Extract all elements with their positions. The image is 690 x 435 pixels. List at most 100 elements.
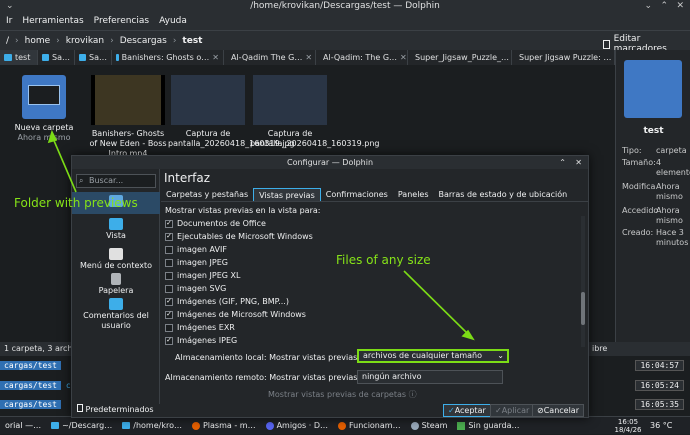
tab-vistas-previas[interactable]: Vistas previas (253, 188, 321, 201)
menu-herramientas[interactable]: Herramientas (22, 16, 83, 26)
checkbox-row[interactable]: imagen SVG (165, 282, 226, 295)
tab-sa-1[interactable]: Sa… (38, 50, 75, 65)
sidebar-item-papelera[interactable]: Papelera (72, 273, 160, 296)
tab-jigsaw-1[interactable]: Super_Jigsaw_Puzzle_…✕ (408, 50, 512, 65)
crumb-test[interactable]: test (182, 36, 202, 46)
menu-preferencias[interactable]: Preferencias (94, 16, 149, 26)
tab-test[interactable]: test (0, 50, 38, 65)
folder-preview-icon (624, 60, 682, 118)
tab-banishers[interactable]: Banishers: Ghosts o… ✕ (112, 50, 224, 65)
tab-label: Super Jigsaw Puzzle: … (519, 53, 612, 62)
document-icon (457, 421, 466, 430)
checkbox[interactable] (165, 284, 173, 293)
annotation-files: Files of any size (336, 253, 431, 267)
task-label: Sin guarda… (468, 421, 520, 430)
task-label: orial —… (5, 421, 42, 430)
crumb-descargas[interactable]: Descargas (120, 36, 167, 46)
checkbox[interactable]: ✓ (165, 336, 173, 345)
terminal-time: 16:04:57 (635, 360, 684, 371)
checkbox[interactable]: ✓ (165, 310, 173, 319)
tab-confirmaciones[interactable]: Confirmaciones (321, 188, 393, 201)
defaults-button[interactable]: Predeterminados (73, 404, 158, 417)
menu-ayuda[interactable]: Ayuda (159, 16, 187, 26)
tab-alqadim-1[interactable]: Al-Qadim The G… ✕ (224, 50, 316, 65)
task-item[interactable]: Amigos · D… (261, 417, 333, 435)
tab-alqadim-2[interactable]: Al-Qadim: The G… ✕ (316, 50, 408, 65)
close-icon[interactable]: ✕ (212, 53, 219, 62)
checkbox[interactable]: ✓ (165, 297, 173, 306)
sidebar-item-menu-contexto[interactable]: Menú de contexto (72, 248, 160, 271)
folder-preview-disabled: Mostrar vistas previas de carpetas ⓘ (268, 389, 417, 400)
tab-carpetas[interactable]: Carpetas y pestañas (161, 188, 253, 201)
close-icon[interactable]: ✕ (676, 0, 684, 12)
checkbox-row[interactable]: Imágenes EXR (165, 321, 235, 334)
local-preview-label: Almacenamiento local: Mostrar vistas pre… (175, 353, 378, 362)
close-icon[interactable]: ✕ (400, 53, 407, 62)
maximize-icon[interactable]: ⌃ (559, 156, 566, 169)
search-input[interactable]: ⌕ Buscar... (76, 174, 156, 188)
info-value: Ahora mismo (656, 182, 683, 201)
checkbox[interactable] (165, 271, 173, 280)
checkbox-label: imagen SVG (177, 284, 227, 293)
local-preview-select[interactable]: archivos de cualquier tamaño ⌄ (357, 349, 509, 363)
menu-ir[interactable]: Ir (6, 16, 12, 26)
info-value: carpeta (656, 146, 687, 155)
tab-jigsaw-2[interactable]: Super Jigsaw Puzzle: …✕ (512, 50, 615, 65)
task-item[interactable]: Funcionam… (333, 417, 406, 435)
checkbox[interactable]: ✓ (165, 219, 173, 228)
tab-paneles[interactable]: Paneles (393, 188, 434, 201)
tab-sa-2[interactable]: Sa… (75, 50, 112, 65)
minimize-icon[interactable]: ⌄ (644, 0, 652, 12)
checkbox-row[interactable]: ✓ Documentos de Office (165, 217, 266, 230)
checkbox-row[interactable]: imagen JPEG XL (165, 269, 240, 282)
tab-barras[interactable]: Barras de estado y de ubicación (434, 188, 573, 201)
checkbox-label: imagen JPEG XL (177, 271, 241, 280)
file-item-png[interactable]: Captura de pantalla_20260418_160319.png (250, 75, 379, 149)
task-item[interactable]: ~/Descarg… (46, 417, 117, 435)
window-titlebar: /home/krovikan/Descargas/test — Dolphin … (0, 0, 690, 12)
crumb-root[interactable]: / (6, 36, 9, 46)
checkbox[interactable] (165, 258, 173, 267)
info-key: Creado: (622, 228, 654, 237)
task-item[interactable]: Sin guarda… (452, 417, 524, 435)
sidebar-item-vista[interactable]: Vista (72, 218, 160, 241)
checkbox-row[interactable]: ✓ Imágenes de Microsoft Windows (165, 308, 306, 321)
sidebar-item-comentarios[interactable]: Comentarios del usuario (72, 298, 160, 331)
tab-bar: test Sa… Sa… Banishers: Ghosts o… ✕ Al-Qa… (0, 50, 615, 65)
scrollbar[interactable] (581, 216, 585, 347)
task-item[interactable]: Plasma - m… (187, 417, 261, 435)
crumb-home[interactable]: home (25, 36, 51, 46)
checkbox-row[interactable]: ✓ Imágenes (GIF, PNG, BMP...) (165, 295, 289, 308)
file-item-jpg[interactable]: Captura de pantalla_20260418_160319.jpg (168, 75, 295, 149)
app-menu-icon[interactable]: ⌄ (6, 0, 14, 12)
maximize-icon[interactable]: ⌃ (660, 0, 668, 12)
scrollbar-thumb[interactable] (581, 292, 585, 325)
file-item-folder[interactable]: Nueva carpeta Ahora mismo (10, 75, 78, 143)
file-item-video[interactable]: Banishers- Ghosts of New Eden - Boss Int… (88, 75, 168, 159)
accept-button[interactable]: ✓Aceptar (443, 404, 491, 417)
checkbox[interactable] (165, 245, 173, 254)
taskbar: orial —… ~/Descarg… /home/kro… Plasma - … (0, 416, 690, 434)
checkbox-row[interactable]: ✓ Ejecutables de Microsoft Windows (165, 230, 313, 243)
folder-preview-thumb (28, 85, 60, 105)
crumb-user[interactable]: krovikan (66, 36, 104, 46)
close-icon[interactable]: ✕ (305, 53, 312, 62)
checkbox-row[interactable]: ✓ Imágenes IPEG (165, 334, 237, 347)
annotation-folder: Folder with previews (14, 196, 138, 210)
context-menu-icon (109, 248, 123, 260)
close-icon[interactable]: ✕ (575, 156, 582, 169)
bookmark-icon (603, 39, 610, 49)
checkbox[interactable]: ✓ (165, 232, 173, 241)
checkbox[interactable] (165, 323, 173, 332)
checkbox-row[interactable]: imagen AVIF (165, 243, 227, 256)
cancel-icon: ⊘ (537, 406, 544, 415)
folder-icon (42, 54, 50, 61)
task-item[interactable]: /home/kro… (117, 417, 187, 435)
task-item[interactable]: orial —… (0, 417, 46, 435)
task-item[interactable]: Steam (406, 417, 453, 435)
remote-preview-select[interactable]: ningún archivo (357, 370, 503, 384)
apply-button[interactable]: ✓Aplicar (490, 404, 535, 417)
cancel-button[interactable]: ⊘Cancelar (532, 404, 584, 417)
clock[interactable]: 16:05 18/4/26 (614, 418, 642, 434)
checkbox-row[interactable]: imagen JPEG (165, 256, 228, 269)
